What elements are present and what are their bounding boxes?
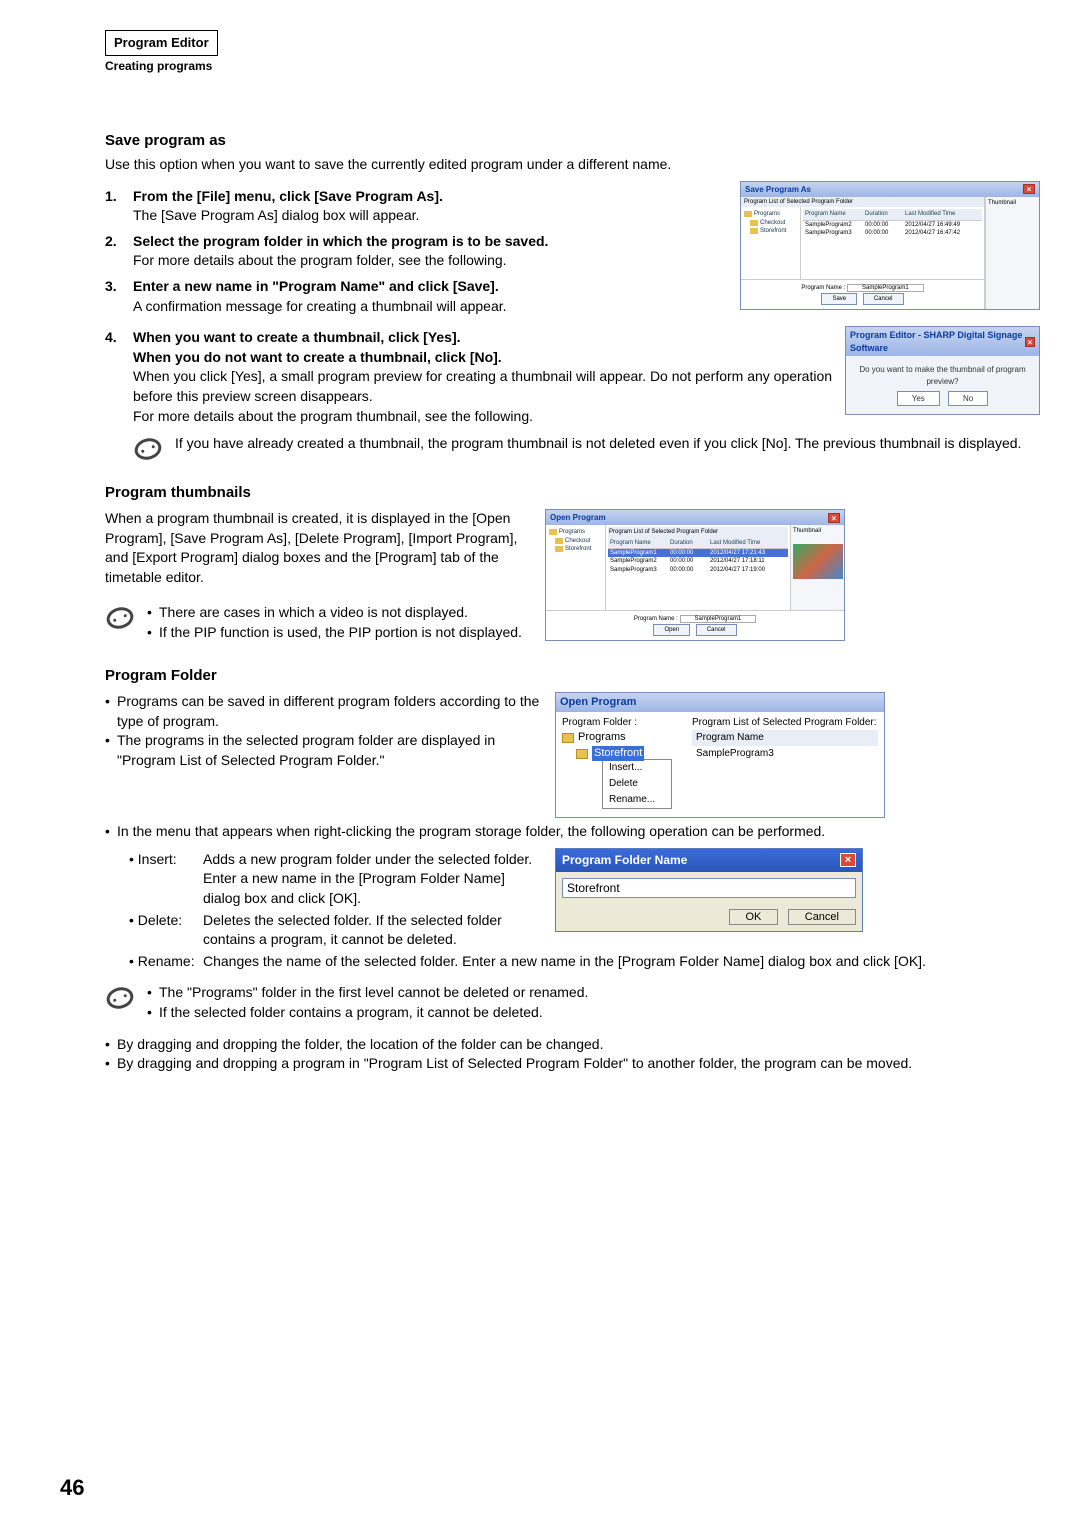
menu-insert[interactable]: Insert... [603,760,671,776]
folder-tree[interactable]: Programs Checkout Storefront [546,525,606,610]
menu-rename[interactable]: Rename... [603,792,671,808]
open-program-folder-dialog: Open Program Program Folder : Programs S… [555,692,885,818]
note-item: If the PIP function is used, the PIP por… [147,623,535,643]
thumbnails-heading: Program thumbnails [105,482,1040,503]
step-4: 4. When you want to create a thumbnail, … [105,328,835,426]
folder-bullet: Programs can be saved in different progr… [105,692,545,731]
cancel-button[interactable]: Cancel [863,293,904,305]
close-icon[interactable]: × [1023,184,1035,194]
breadcrumb-box: Program Editor [105,30,218,56]
program-folder-heading: Program Folder [105,665,1040,686]
context-menu[interactable]: Insert... Delete Rename... [602,759,672,809]
note-icon [105,983,135,1013]
cancel-button[interactable]: Cancel [788,909,856,925]
confirm-thumbnail-dialog: Program Editor - SHARP Digital Signage S… [845,326,1040,415]
save-as-heading: Save program as [105,130,1040,151]
folder-bullet: The programs in the selected program fol… [105,731,545,770]
close-icon[interactable]: × [1025,337,1035,347]
dialog-title: Open Program [550,512,606,523]
folder-tree-root[interactable]: Programs [562,730,682,745]
open-button[interactable]: Open [653,624,690,636]
program-list[interactable]: Program Name Duration Last Modified Time… [801,207,984,279]
program-name-input[interactable]: SampleProgram1 [680,615,757,623]
folder-name-input[interactable] [562,878,856,898]
close-icon[interactable]: × [840,853,856,867]
step-1: 1. From the [File] menu, click [Save Pro… [105,187,730,226]
page-number: 46 [60,1473,84,1504]
dialog-title: Save Program As [745,184,811,195]
ok-button[interactable]: OK [729,909,779,925]
note-text: If you have already created a thumbnail,… [175,434,1040,454]
open-program-dialog: Open Program × Programs Checkout Storefr… [545,509,845,641]
thumbnail-preview [793,544,843,579]
note-item: The "Programs" folder in the first level… [147,983,1040,1003]
save-button[interactable]: Save [821,293,857,305]
note-item: There are cases in which a video is not … [147,603,535,623]
breadcrumb-sub: Creating programs [105,58,1040,75]
list-item[interactable]: SampleProgram3 [692,746,878,762]
note-icon [133,434,163,464]
program-folder-name-dialog: Program Folder Name × OK Cancel [555,848,863,932]
save-as-intro: Use this option when you want to save th… [105,155,1040,175]
note-item: If the selected folder contains a progra… [147,1003,1040,1023]
yes-button[interactable]: Yes [897,391,940,406]
dialog-title: Program Editor - SHARP Digital Signage S… [850,329,1025,354]
step-3: 3. Enter a new name in "Program Name" an… [105,277,730,316]
folder-bullet: By dragging and dropping a program in "P… [105,1054,1040,1074]
close-icon[interactable]: × [828,513,840,523]
program-name-input[interactable]: SampleProgram1 [847,284,924,292]
menu-delete[interactable]: Delete [603,776,671,792]
dialog-title: Program Folder Name [562,852,687,869]
folder-bullet: In the menu that appears when right-clic… [105,822,1040,842]
no-button[interactable]: No [948,391,988,406]
dialog-title: Open Program [560,695,636,710]
cancel-button[interactable]: Cancel [696,624,737,636]
note-icon [105,603,135,633]
step-2: 2. Select the program folder in which th… [105,232,730,271]
program-list[interactable]: Program List of Selected Program Folder … [606,525,790,610]
thumbnails-text: When a program thumbnail is created, it … [105,509,535,587]
folder-tree[interactable]: Programs Checkout Storefront [741,207,801,279]
save-program-as-dialog: Save Program As × Program List of Select… [740,181,1040,310]
folder-bullet: By dragging and dropping the folder, the… [105,1035,1040,1055]
